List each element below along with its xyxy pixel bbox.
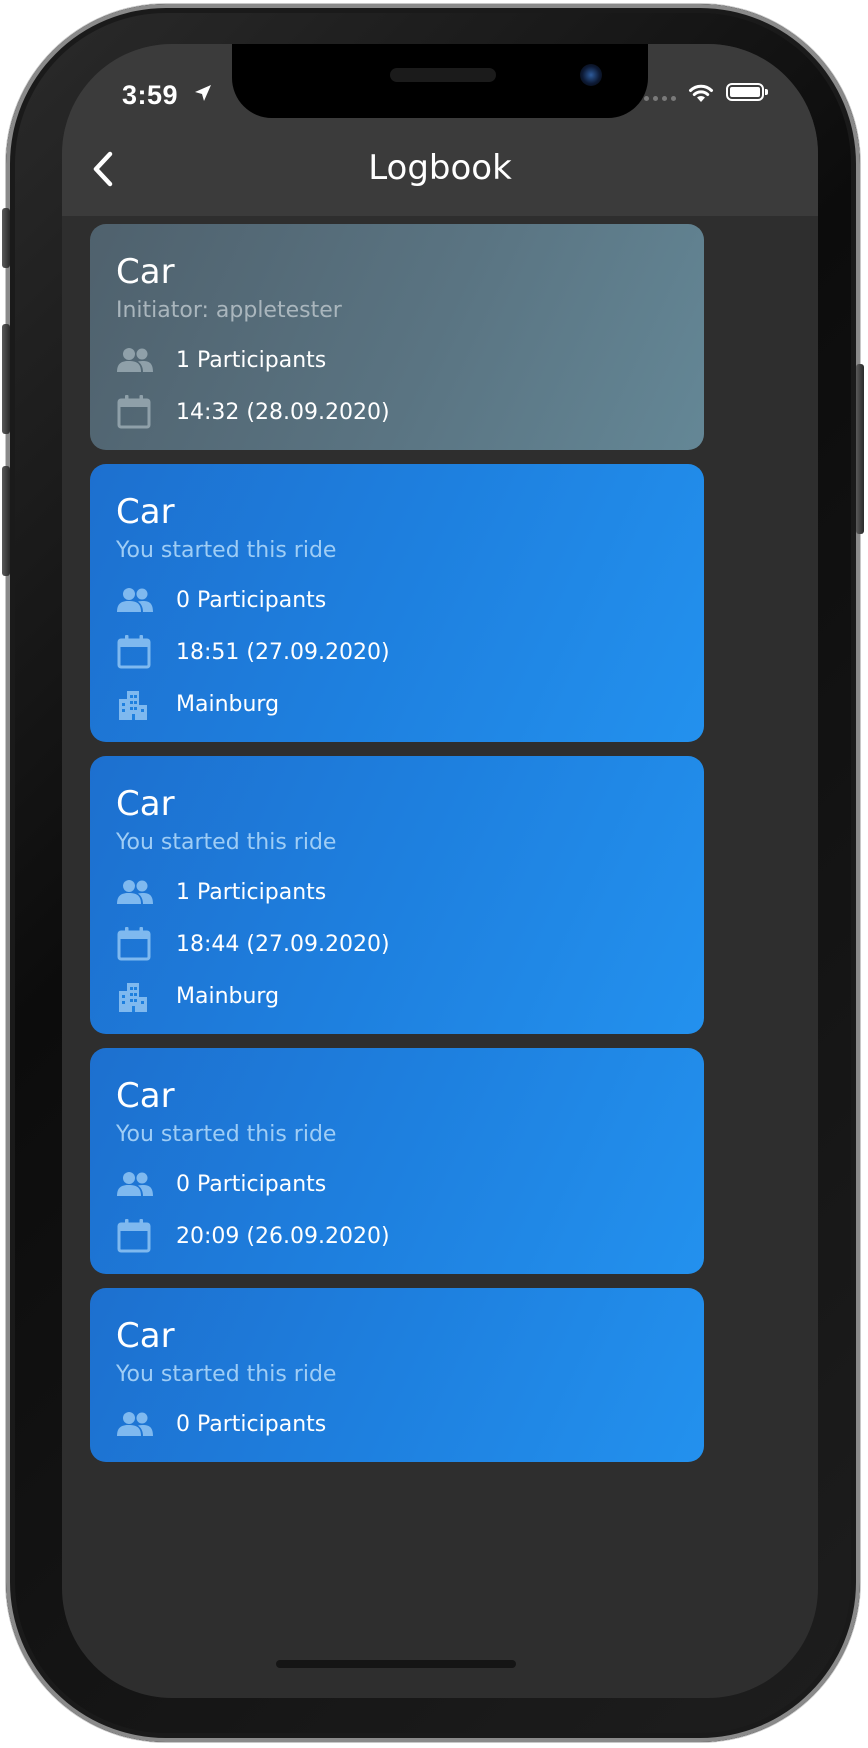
ride-vehicle: Car: [116, 252, 175, 292]
ride-subtitle: You started this ride: [116, 1122, 337, 1147]
ride-participants: 1 Participants: [176, 879, 327, 905]
front-camera: [580, 64, 602, 86]
ride-datetime: 18:51 (27.09.2020): [176, 639, 390, 665]
ride-vehicle: Car: [116, 1076, 175, 1116]
ride-datetime-row: 18:44 (27.09.2020): [116, 926, 678, 962]
ride-datetime-row: 18:51 (27.09.2020): [116, 634, 678, 670]
ride-subtitle: You started this ride: [116, 538, 337, 563]
ride-participants-row: 0 Participants: [116, 1406, 678, 1442]
volume-down-button: [2, 466, 10, 576]
battery-icon: [726, 83, 768, 101]
home-indicator[interactable]: [276, 1660, 516, 1668]
people-icon: [116, 582, 156, 618]
city-icon: [116, 686, 156, 722]
ride-participants: 0 Participants: [176, 1411, 327, 1437]
ride-card[interactable]: Car You started this ride 1 Participants 18…: [90, 756, 704, 1034]
ride-card[interactable]: Car You started this ride 0 Participants 20…: [90, 1048, 704, 1274]
people-icon: [116, 1166, 156, 1202]
ride-participants-row: 1 Participants: [116, 342, 678, 378]
status-time: 3:59: [122, 80, 179, 110]
screen: 3:59 Logbook Car Initiator: appletester 1 …: [62, 44, 818, 1698]
ride-location-row: Mainburg: [116, 978, 678, 1014]
volume-up-button: [2, 324, 10, 434]
ride-participants-row: 0 Participants: [116, 1166, 678, 1202]
ride-datetime: 18:44 (27.09.2020): [176, 931, 390, 957]
people-icon: [116, 1406, 156, 1442]
calendar-icon: [116, 926, 156, 962]
mute-switch: [2, 208, 10, 268]
people-icon: [116, 874, 156, 910]
ride-location-row: Mainburg: [116, 686, 678, 722]
cellular-signal-icon: [644, 96, 676, 101]
ride-location: Mainburg: [176, 983, 280, 1009]
ride-location: Mainburg: [176, 691, 280, 717]
page-title: Logbook: [368, 148, 512, 188]
calendar-icon: [116, 634, 156, 670]
ride-participants: 1 Participants: [176, 347, 327, 373]
ride-participants-row: 0 Participants: [116, 582, 678, 618]
calendar-icon: [116, 394, 156, 430]
ride-card[interactable]: Car Initiator: appletester 1 Participants 1…: [90, 224, 704, 450]
ride-participants: 0 Participants: [176, 587, 327, 613]
ride-datetime: 20:09 (26.09.2020): [176, 1223, 390, 1249]
phone-frame: 3:59 Logbook Car Initiator: appletester 1 …: [2, 4, 864, 1742]
ride-vehicle: Car: [116, 1316, 175, 1356]
ride-vehicle: Car: [116, 784, 175, 824]
ride-card[interactable]: Car You started this ride 0 Participants 18…: [90, 464, 704, 742]
people-icon: [116, 342, 156, 378]
ride-participants-row: 1 Participants: [116, 874, 678, 910]
ride-list: Car Initiator: appletester 1 Participants 1…: [90, 224, 704, 1476]
ride-card[interactable]: Car You started this ride 0 Participants: [90, 1288, 704, 1462]
ride-vehicle: Car: [116, 492, 175, 532]
ride-subtitle: Initiator: appletester: [116, 298, 342, 323]
ride-subtitle: You started this ride: [116, 1362, 337, 1387]
ride-datetime: 14:32 (28.09.2020): [176, 399, 390, 425]
ride-datetime-row: 20:09 (26.09.2020): [116, 1218, 678, 1254]
ride-datetime-row: 14:32 (28.09.2020): [116, 394, 678, 430]
speaker: [390, 68, 496, 82]
power-button: [856, 364, 864, 534]
city-icon: [116, 978, 156, 1014]
notch: [232, 44, 648, 118]
ride-subtitle: You started this ride: [116, 830, 337, 855]
location-arrow-icon: [195, 85, 211, 101]
wifi-icon: [689, 84, 713, 102]
ride-participants: 0 Participants: [176, 1171, 327, 1197]
calendar-icon: [116, 1218, 156, 1254]
